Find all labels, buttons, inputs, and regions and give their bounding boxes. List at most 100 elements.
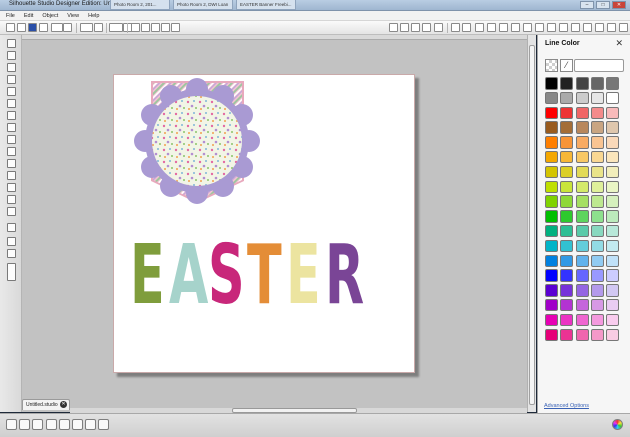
offset-icon[interactable] bbox=[499, 23, 508, 32]
color-swatch[interactable] bbox=[545, 77, 558, 90]
color-swatch[interactable] bbox=[545, 165, 558, 179]
color-swatch[interactable] bbox=[606, 77, 620, 90]
cut-settings-icon[interactable] bbox=[422, 23, 431, 32]
color-swatch[interactable] bbox=[606, 150, 620, 164]
color-swatch[interactable] bbox=[590, 77, 604, 90]
knife-tool-icon[interactable] bbox=[7, 183, 16, 192]
color-swatch[interactable] bbox=[606, 180, 620, 194]
color-swatch[interactable] bbox=[545, 106, 558, 120]
scale-tool-icon[interactable] bbox=[7, 263, 16, 281]
color-swatch[interactable] bbox=[560, 91, 574, 105]
color-swatch[interactable] bbox=[560, 210, 574, 223]
color-swatch[interactable] bbox=[590, 210, 604, 223]
color-swatch[interactable] bbox=[545, 298, 558, 312]
color-swatch[interactable] bbox=[560, 239, 574, 253]
color-swatch[interactable] bbox=[575, 165, 589, 179]
media-icon[interactable] bbox=[46, 419, 57, 430]
color-swatch[interactable] bbox=[560, 195, 574, 208]
curve-tool-icon[interactable] bbox=[7, 87, 16, 96]
nudge-down-icon[interactable] bbox=[7, 249, 16, 258]
color-swatch[interactable] bbox=[575, 91, 589, 105]
color-wheel-icon[interactable] bbox=[612, 419, 623, 430]
menu-object[interactable]: Object bbox=[42, 13, 58, 19]
color-swatch[interactable] bbox=[590, 224, 604, 238]
color-swatch[interactable] bbox=[606, 254, 620, 268]
color-swatch[interactable] bbox=[575, 313, 589, 327]
page-settings-icon[interactable] bbox=[389, 23, 398, 32]
color-swatch[interactable] bbox=[575, 180, 589, 194]
color-swatch[interactable] bbox=[560, 121, 574, 134]
color-swatch[interactable] bbox=[606, 284, 620, 297]
color-swatch[interactable] bbox=[606, 224, 620, 238]
color-swatch[interactable] bbox=[606, 195, 620, 208]
color-swatch[interactable] bbox=[590, 180, 604, 194]
color-swatch[interactable] bbox=[575, 298, 589, 312]
vertical-scroll-thumb[interactable] bbox=[529, 45, 535, 405]
link-icon[interactable] bbox=[72, 419, 83, 430]
shape-icon[interactable] bbox=[32, 419, 43, 430]
color-swatch[interactable] bbox=[590, 284, 604, 297]
menu-view[interactable]: View bbox=[67, 13, 79, 19]
color-swatch[interactable] bbox=[590, 328, 604, 342]
color-swatch[interactable] bbox=[575, 195, 589, 208]
color-swatch[interactable] bbox=[575, 150, 589, 164]
color-swatch[interactable] bbox=[545, 239, 558, 253]
color-swatch[interactable] bbox=[590, 195, 604, 208]
registration-icon[interactable] bbox=[411, 23, 420, 32]
minimize-button[interactable]: – bbox=[580, 1, 594, 9]
line-tool-icon[interactable] bbox=[7, 63, 16, 72]
line-style-icon[interactable] bbox=[595, 23, 604, 32]
save-icon[interactable] bbox=[28, 23, 37, 32]
open-icon[interactable] bbox=[17, 23, 26, 32]
design-page[interactable]: E A S T E R bbox=[113, 74, 415, 373]
color-swatch[interactable] bbox=[590, 239, 604, 253]
color-swatch[interactable] bbox=[560, 298, 574, 312]
color-swatch[interactable] bbox=[590, 165, 604, 179]
color-swatch[interactable] bbox=[560, 106, 574, 120]
color-swatch[interactable] bbox=[590, 313, 604, 327]
color-swatch[interactable] bbox=[545, 269, 558, 282]
color-swatch[interactable] bbox=[606, 91, 620, 105]
color-swatch[interactable] bbox=[545, 254, 558, 268]
text-style-icon[interactable] bbox=[475, 23, 484, 32]
layers-icon[interactable] bbox=[607, 23, 616, 32]
color-swatch[interactable] bbox=[606, 210, 620, 223]
color-swatch[interactable] bbox=[560, 284, 574, 297]
vertical-scrollbar[interactable] bbox=[527, 35, 536, 412]
new-document-icon[interactable] bbox=[6, 23, 15, 32]
color-swatch[interactable] bbox=[575, 269, 589, 282]
fill-gradient-icon[interactable] bbox=[559, 23, 568, 32]
color-swatch[interactable] bbox=[545, 195, 558, 208]
color-swatch[interactable] bbox=[545, 150, 558, 164]
color-swatch[interactable] bbox=[575, 328, 589, 342]
library-icon[interactable] bbox=[39, 23, 48, 32]
color-swatch[interactable] bbox=[560, 328, 574, 342]
maximize-button[interactable]: □ bbox=[596, 1, 610, 9]
color-swatch[interactable] bbox=[590, 136, 604, 149]
text-tool-icon[interactable] bbox=[7, 159, 16, 168]
rounded-rectangle-icon[interactable] bbox=[7, 111, 16, 120]
color-swatch[interactable] bbox=[560, 77, 574, 90]
menu-edit[interactable]: Edit bbox=[24, 13, 33, 19]
color-swatch[interactable] bbox=[575, 106, 589, 120]
color-swatch[interactable] bbox=[606, 165, 620, 179]
color-swatch[interactable] bbox=[575, 210, 589, 223]
color-swatch[interactable] bbox=[545, 328, 558, 342]
taskbar-tab[interactable]: Photo Room 2, DWI Loan bbox=[173, 0, 233, 10]
taskbar-tab[interactable]: EASTER Banner Freebi... bbox=[236, 0, 296, 10]
color-swatch[interactable] bbox=[545, 210, 558, 223]
color-swatch[interactable] bbox=[560, 150, 574, 164]
trace-icon[interactable] bbox=[487, 23, 496, 32]
line-color-icon[interactable] bbox=[583, 23, 592, 32]
rectangle-tool-icon[interactable] bbox=[7, 99, 16, 108]
color-swatch[interactable] bbox=[560, 180, 574, 194]
color-swatch[interactable] bbox=[575, 77, 589, 90]
color-swatch[interactable] bbox=[590, 254, 604, 268]
color-swatch[interactable] bbox=[575, 121, 589, 134]
zoom-in-icon[interactable] bbox=[131, 23, 140, 32]
cut-icon[interactable] bbox=[80, 23, 93, 32]
grid-icon[interactable] bbox=[400, 23, 409, 32]
smooth-freehand-icon[interactable] bbox=[7, 147, 16, 156]
transform-icon[interactable] bbox=[462, 23, 471, 32]
nudge-up-icon[interactable] bbox=[7, 237, 16, 246]
